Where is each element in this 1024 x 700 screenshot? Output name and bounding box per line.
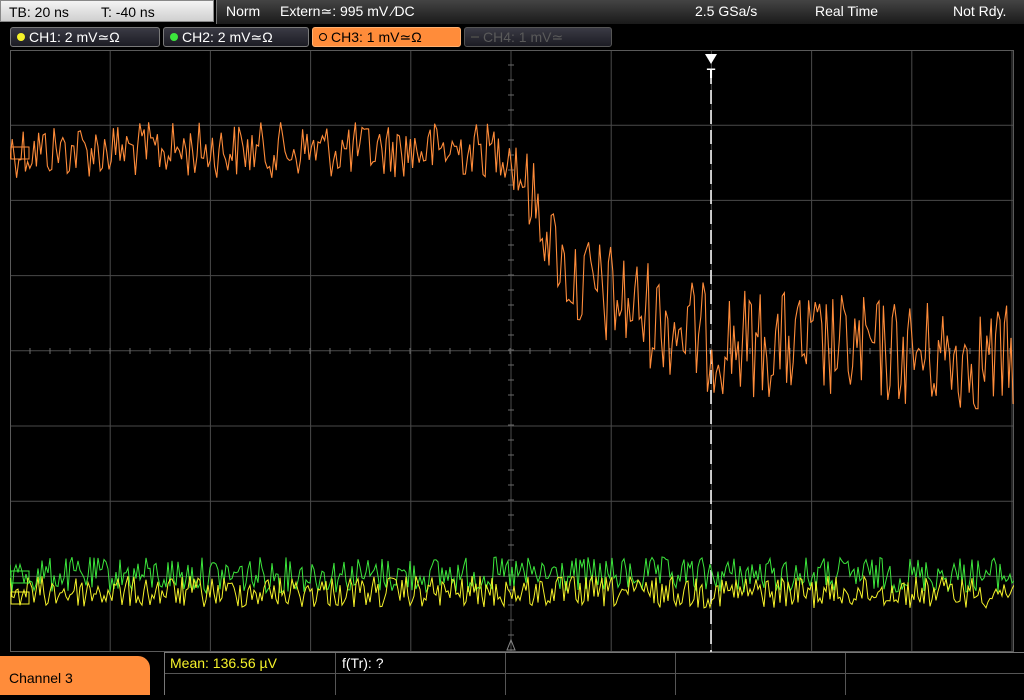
trigger-arrow-icon (705, 54, 717, 64)
timebase-box[interactable]: TB: 20 ns T: -40 ns (0, 0, 214, 22)
measurement-table: Mean: 136.56 µV f(Tr): ? (164, 652, 1024, 695)
mean-measurement: Mean: 136.56 µV (170, 655, 277, 671)
ch4-dash-icon (471, 36, 479, 39)
sample-rate: 2.5 GSa/s (695, 3, 758, 19)
measurement-cell (676, 653, 846, 695)
ch4-tab[interactable]: CH4: 1 mV≃ (464, 27, 612, 47)
ch1-waveform (9, 574, 1015, 610)
timebase-label: TB: 20 ns (9, 4, 69, 20)
ch2-dot-icon (170, 33, 178, 42)
ch3-label: CH3: 1 mV≃Ω (331, 29, 422, 45)
trigger-marker-label: T (707, 65, 716, 81)
acquisition-status-strip[interactable]: Norm Extern≃: 995 mV ∕DC 2.5 GSa/s Real … (216, 0, 1024, 24)
measurement-cell (506, 653, 676, 695)
rise-freq-measurement: f(Tr): ? (342, 655, 384, 671)
waveform-display[interactable]: T (9, 49, 1015, 653)
ch2-tab[interactable]: CH2: 2 mV≃Ω (163, 27, 309, 47)
ch1-label: CH1: 2 mV≃Ω (29, 29, 120, 45)
ch1-dot-icon (17, 33, 25, 42)
ch3-dot-icon (319, 33, 327, 42)
ch2-label: CH2: 2 mV≃Ω (182, 29, 273, 45)
channel-tabs-row: CH1: 2 mV≃Ω CH2: 2 mV≃Ω CH3: 1 mV≃Ω CH4:… (0, 24, 1024, 50)
ch1-tab[interactable]: CH1: 2 mV≃Ω (10, 27, 160, 47)
ch3-tab[interactable]: CH3: 1 mV≃Ω (312, 27, 461, 47)
trigger-mode: Norm (226, 3, 261, 19)
ch3-waveform (9, 122, 1014, 410)
waveform-graticule: T (9, 49, 1015, 653)
ch4-label: CH4: 1 mV≃ (483, 29, 564, 45)
bottom-panel: Channel 3 Mean: 136.56 µV f(Tr): ? (0, 652, 1024, 695)
channel3-menu-tab[interactable]: Channel 3 (0, 656, 150, 695)
trigger-source: Extern≃: 995 mV ∕DC (280, 3, 415, 19)
trigger-time-label: T: -40 ns (101, 4, 155, 20)
top-status-bar: TB: 20 ns T: -40 ns Norm Extern≃: 995 mV… (0, 0, 1024, 24)
ready-state: Not Rdy. (953, 3, 1007, 19)
acquisition-mode: Real Time (815, 3, 879, 19)
